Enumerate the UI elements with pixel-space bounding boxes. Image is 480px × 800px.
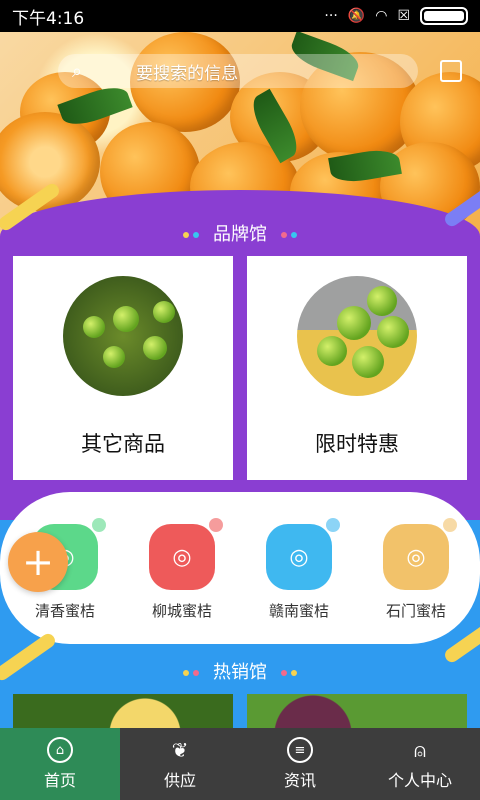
wifi-icon: ◠ [375,8,388,24]
card-limited-offer[interactable]: 限时特惠 [247,256,467,480]
mute-icon: 🔕 [347,8,366,24]
battery-icon [420,7,468,25]
hot-section-title: 热销馆 [0,658,480,684]
bottom-tab-bar: ⌂ 首页 ❦ 供应 ≡ 资讯 ⍝ 个人中心 [0,728,480,800]
search-icon: ⌕ [72,60,83,82]
status-bar: 下午4:16 ··· 🔕 ◠ ☒ [0,0,480,32]
card-label: 限时特惠 [315,432,399,456]
scan-icon[interactable] [440,60,462,82]
plus-icon: + [22,540,54,584]
home-icon: ⌂ [47,737,73,763]
status-icons: ··· 🔕 ◠ ☒ [324,7,468,25]
search-bar[interactable]: ⌕ 要搜索的信息 [58,54,418,88]
category-gannan[interactable]: ◎ 赣南蜜桔 [244,518,354,621]
brand-section-title: 品牌馆 [0,220,480,246]
category-shimen[interactable]: ◎ 石门蜜桔 [361,518,471,621]
card-other-goods[interactable]: 其它商品 [13,256,233,480]
tab-label: 首页 [43,771,76,790]
tab-label: 个人中心 [387,771,452,790]
tab-label: 资讯 [283,771,316,790]
category-label: 柳城蜜桔 [151,602,212,620]
add-floating-button[interactable]: + [8,532,68,592]
sim-icon: ☒ [397,8,410,24]
plant-icon: ❦ [171,738,189,762]
category-label: 石门蜜桔 [385,602,446,620]
card-label: 其它商品 [81,432,165,456]
more-icon: ··· [324,8,338,24]
category-label: 清香蜜桔 [34,602,95,620]
tab-supply[interactable]: ❦ 供应 [120,728,240,800]
card-image [297,276,417,396]
status-time: 下午4:16 [12,8,85,29]
search-placeholder: 要搜索的信息 [136,63,239,84]
tab-profile[interactable]: ⍝ 个人中心 [360,728,480,800]
category-liucheng[interactable]: ◎ 柳城蜜桔 [127,518,237,621]
news-icon: ≡ [287,737,313,763]
tab-home[interactable]: ⌂ 首页 [0,728,120,800]
category-label: 赣南蜜桔 [268,602,329,620]
tab-news[interactable]: ≡ 资讯 [240,728,360,800]
card-image [63,276,183,396]
medal-icon: ◎ [266,518,340,590]
medal-icon: ◎ [149,518,223,590]
tab-label: 供应 [163,771,196,790]
medal-icon: ◎ [383,518,457,590]
user-icon: ⍝ [414,738,426,762]
